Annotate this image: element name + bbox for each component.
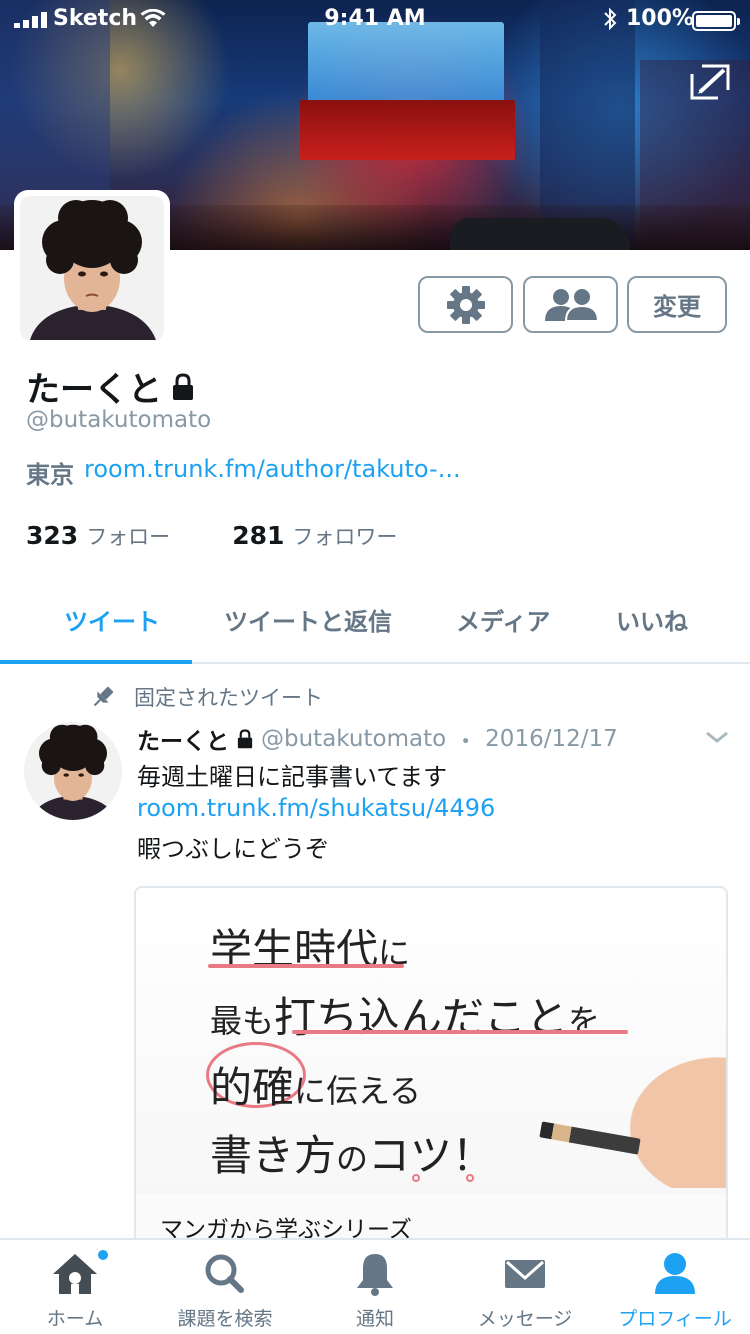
envelope-icon: [505, 1260, 545, 1288]
gear-icon: [446, 285, 485, 324]
pinned-label: 固定されたツイート: [134, 686, 323, 710]
tabbar-label: ホーム: [46, 1308, 104, 1330]
highlight-underline: [208, 964, 404, 968]
card-image: 学生時代に 最も打ち込んだことを 的確に伝える 書き方のコツ！: [136, 888, 726, 1194]
lock-icon: [237, 729, 253, 749]
card-text: 書き方: [210, 1131, 337, 1180]
chevron-down-icon[interactable]: [704, 728, 730, 746]
notification-badge: [96, 1248, 110, 1262]
highlight-dot: [412, 1174, 420, 1182]
tweet-author-name[interactable]: たーくと: [137, 722, 229, 756]
active-tab-indicator: [0, 660, 192, 664]
person-icon: [655, 1253, 695, 1294]
bluetooth-icon: [604, 7, 617, 31]
card-image-line: 最も打ち込んだことを: [210, 984, 600, 1045]
tabbar-profile[interactable]: プロフィール: [600, 1240, 750, 1334]
home-icon: [53, 1254, 97, 1294]
pin-icon: [93, 686, 114, 707]
tabbar-label: 通知: [355, 1308, 394, 1330]
bottom-tab-bar: ホーム 課題を検索 通知 メッセージ プロフィール: [0, 1238, 750, 1334]
card-text: コツ！: [368, 1131, 495, 1180]
following-count: 323: [26, 521, 79, 550]
banner-red-sign: [300, 100, 515, 160]
tweet-text-line: 毎週土曜日に記事書いてます: [137, 763, 448, 791]
tabbar-label: プロフィール: [618, 1308, 732, 1330]
avatar-photo: [20, 196, 164, 340]
followers-label: フォロワー: [292, 525, 398, 549]
following-count-link[interactable]: 323 フォロー: [26, 521, 170, 551]
card-text: の: [336, 1140, 369, 1178]
followers-count-link[interactable]: 281 フォロワー: [232, 521, 397, 551]
card-text: 打ち込んだこと: [274, 993, 569, 1042]
card-image-line: 的確に伝える: [210, 1054, 421, 1115]
following-label: フォロー: [86, 525, 171, 549]
followers-count: 281: [232, 521, 285, 550]
profile-handle: @butakutomato: [26, 407, 212, 433]
tab-tweets[interactable]: ツイート: [64, 602, 160, 637]
tabbar-messages[interactable]: メッセージ: [450, 1240, 600, 1334]
profile-url-link[interactable]: room.trunk.fm/author/takuto-...: [84, 455, 461, 490]
banner-car: [450, 218, 630, 250]
profile-name-row: たーくと: [26, 362, 194, 411]
battery-icon: [692, 11, 740, 31]
tab-tweets-replies[interactable]: ツイートと返信: [224, 602, 392, 637]
card-image-line: 書き方のコツ！: [210, 1122, 494, 1183]
battery-fill: [696, 15, 732, 27]
tabbar-label: メッセージ: [477, 1308, 573, 1330]
highlight-dot: [466, 1174, 474, 1182]
card-text: に伝える: [294, 1072, 422, 1110]
tweet-date: 2016/12/17: [485, 726, 618, 752]
lists-button[interactable]: [523, 276, 618, 333]
link-card[interactable]: 学生時代に 最も打ち込んだことを 的確に伝える 書き方のコツ！ マンガから学ぶシ…: [134, 886, 728, 1246]
tweet-separator: ・: [454, 729, 478, 755]
profile-avatar[interactable]: [14, 190, 170, 346]
people-icon: [544, 288, 599, 322]
bell-icon: [357, 1254, 393, 1296]
tweet-text-line: 暇つぶしにどうぞ: [137, 835, 329, 863]
tab-media[interactable]: メディア: [456, 602, 550, 637]
tabbar-home[interactable]: ホーム: [0, 1240, 150, 1334]
profile-tabs: ツイート ツイートと返信 メディア いいね: [0, 580, 750, 664]
highlight-underline: [292, 1030, 628, 1034]
profile-meta: 東京 room.trunk.fm/author/takuto-...: [26, 455, 461, 490]
card-text: を: [568, 1002, 601, 1040]
edit-profile-button[interactable]: 変更: [627, 276, 727, 333]
tweet-avatar-photo: [24, 722, 122, 820]
tabbar-label: 課題を検索: [177, 1308, 273, 1330]
tweet-link[interactable]: room.trunk.fm/shukatsu/4496: [137, 794, 495, 822]
edit-header-icon[interactable]: [688, 62, 732, 102]
display-name: たーくと: [26, 370, 162, 410]
tabbar-notifications[interactable]: 通知: [300, 1240, 450, 1334]
battery-percent: 100%: [626, 6, 694, 31]
tabbar-search[interactable]: 課題を検索: [150, 1240, 300, 1334]
tweet-author-handle: @butakutomato: [261, 726, 447, 752]
search-icon: [205, 1254, 244, 1293]
profile-counts: 323 フォロー 281 フォロワー: [26, 521, 397, 551]
card-text: 最も: [210, 1002, 275, 1040]
pinned-indicator: 固定されたツイート: [90, 682, 323, 712]
settings-button[interactable]: [418, 276, 513, 333]
card-text: 的確: [210, 1063, 295, 1112]
lock-icon: [173, 372, 193, 400]
profile-location: 東京: [26, 461, 74, 489]
hand-illustration: [606, 1038, 726, 1188]
tweet-header: たーくと @butakutomato ・ 2016/12/17: [137, 722, 618, 756]
status-bar: Sketch 9:41 AM 100%: [0, 0, 750, 40]
tweet-avatar[interactable]: [24, 722, 122, 820]
tab-likes[interactable]: いいね: [616, 602, 688, 637]
